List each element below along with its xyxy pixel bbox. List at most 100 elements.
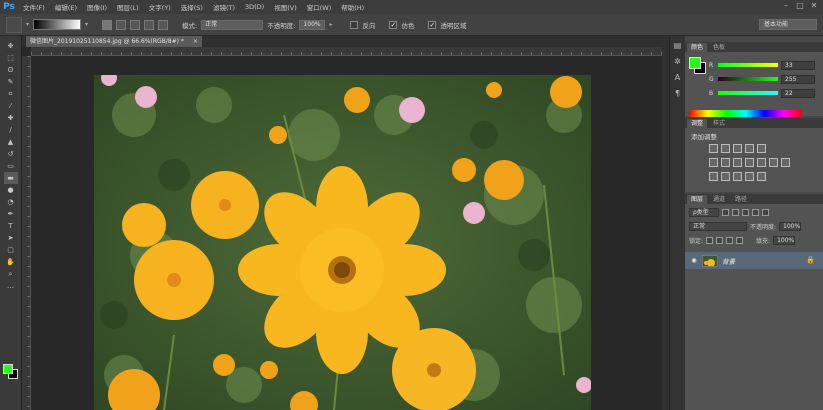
history-brush-tool-icon[interactable]: ↺ <box>4 148 18 160</box>
tab-adjustments[interactable]: 调整 <box>687 119 708 128</box>
exposure-icon[interactable] <box>745 144 754 153</box>
threshold-icon[interactable] <box>733 172 742 181</box>
canvas-area[interactable] <box>31 56 662 410</box>
move-tool-icon[interactable]: ✥ <box>4 40 18 52</box>
quick-select-tool-icon[interactable]: ✎ <box>4 76 18 88</box>
filter-adjustment-icon[interactable] <box>732 209 739 216</box>
lock-image-icon[interactable] <box>716 237 724 244</box>
angle-gradient-icon[interactable] <box>130 19 141 30</box>
curves-icon[interactable] <box>733 144 742 153</box>
document-tab[interactable]: 微信图片_20191025110854.jpg @ 66.6%(RGB/8#) … <box>26 36 202 47</box>
photo-filter-icon[interactable] <box>757 158 766 167</box>
minimize-button[interactable]: – <box>781 1 791 11</box>
properties-panel-icon[interactable]: ✲ <box>672 56 684 68</box>
more-tools-icon[interactable]: … <box>4 280 18 292</box>
tab-swatches[interactable]: 色板 <box>709 43 730 52</box>
marquee-tool-icon[interactable]: ⬚ <box>4 52 18 64</box>
workspace-select[interactable]: 基本功能 <box>759 19 817 30</box>
red-slider[interactable] <box>718 63 778 67</box>
type-tool-icon[interactable]: T <box>4 220 18 232</box>
menu-file[interactable]: 文件(F) <box>18 2 50 12</box>
flower-photo[interactable] <box>94 75 591 410</box>
channel-mixer-icon[interactable] <box>769 158 778 167</box>
menu-image[interactable]: 图像(I) <box>82 2 112 12</box>
vibrance-icon[interactable] <box>709 158 718 167</box>
menu-layer[interactable]: 图层(L) <box>112 2 144 12</box>
gradient-map-triangle-icon[interactable] <box>757 144 766 153</box>
fill-input[interactable]: 100% <box>773 236 796 245</box>
lock-transparent-icon[interactable] <box>706 237 714 244</box>
tab-paths[interactable]: 路径 <box>731 195 752 204</box>
menu-select[interactable]: 选择(S) <box>176 2 208 12</box>
green-slider[interactable] <box>718 77 778 81</box>
dodge-tool-icon[interactable]: ◔ <box>4 196 18 208</box>
filter-smart-object-icon[interactable] <box>762 209 769 216</box>
brush-tool-icon[interactable]: ∕ <box>4 124 18 136</box>
character-panel-icon[interactable]: A <box>672 72 684 84</box>
eyedropper-tool-icon[interactable]: ⁄ <box>4 100 18 112</box>
path-select-tool-icon[interactable]: ➤ <box>4 232 18 244</box>
dither-checkbox[interactable]: ✓ <box>389 20 398 29</box>
eraser-tool-icon[interactable]: ▭ <box>4 160 18 172</box>
gradient-tool-icon[interactable]: ▬ <box>3 172 18 184</box>
tab-styles[interactable]: 样式 <box>709 119 730 128</box>
green-value-input[interactable]: 255 <box>781 74 815 84</box>
menu-window[interactable]: 窗口(W) <box>302 2 337 12</box>
reflected-gradient-icon[interactable] <box>144 19 155 30</box>
selective-color-icon[interactable] <box>745 172 754 181</box>
vertical-scrollbar[interactable] <box>662 36 669 410</box>
filter-type-icon[interactable] <box>742 209 749 216</box>
layer-row-background[interactable]: ◉ 背景 🔒 <box>685 252 823 269</box>
brightness-contrast-icon[interactable] <box>709 144 718 153</box>
chevron-right-icon[interactable]: ▸ <box>329 21 332 28</box>
gradient-tool-preset-icon[interactable] <box>6 16 22 33</box>
levels-icon[interactable] <box>721 144 730 153</box>
black-white-icon[interactable] <box>745 158 754 167</box>
hue-saturation-icon[interactable] <box>721 158 730 167</box>
lock-position-icon[interactable] <box>726 237 734 244</box>
maximize-button[interactable]: □ <box>795 1 805 11</box>
lock-all-icon[interactable] <box>736 237 744 244</box>
red-value-input[interactable]: 33 <box>781 60 815 70</box>
color-balance-icon[interactable] <box>733 158 742 167</box>
clone-stamp-tool-icon[interactable]: ▲ <box>4 136 18 148</box>
blue-slider[interactable] <box>718 91 778 95</box>
tab-layers[interactable]: 图层 <box>687 195 708 204</box>
shape-tool-icon[interactable]: ▢ <box>4 244 18 256</box>
history-panel-icon[interactable]: ▤ <box>672 40 684 52</box>
lasso-tool-icon[interactable]: ʘ <box>4 64 18 76</box>
layer-opacity-input[interactable]: 100% <box>779 222 802 231</box>
menu-3d[interactable]: 3D(D) <box>240 3 269 11</box>
pen-tool-icon[interactable]: ✒ <box>4 208 18 220</box>
healing-brush-tool-icon[interactable]: ✚ <box>4 112 18 124</box>
chevron-down-icon[interactable]: ▾ <box>26 21 29 28</box>
close-icon[interactable]: × <box>193 36 198 47</box>
linear-gradient-icon[interactable] <box>102 19 113 30</box>
transparency-checkbox[interactable]: ✓ <box>428 20 437 29</box>
menu-help[interactable]: 帮助(H) <box>336 2 369 12</box>
chevron-down-icon[interactable]: ▾ <box>85 21 88 28</box>
menu-type[interactable]: 文字(Y) <box>144 2 176 12</box>
close-window-button[interactable]: ✕ <box>809 1 819 11</box>
invert-icon[interactable] <box>709 172 718 181</box>
zoom-tool-icon[interactable]: ⌕ <box>4 268 18 280</box>
tab-channels[interactable]: 通道 <box>709 195 730 204</box>
diamond-gradient-icon[interactable] <box>158 19 169 30</box>
paragraph-panel-icon[interactable]: ¶ <box>672 88 684 100</box>
filter-shape-icon[interactable] <box>752 209 759 216</box>
crop-tool-icon[interactable]: ⌗ <box>4 88 18 100</box>
posterize-icon[interactable] <box>721 172 730 181</box>
menu-filter[interactable]: 滤镜(T) <box>208 2 240 12</box>
gradient-map-icon[interactable] <box>757 172 766 181</box>
layer-filter-select[interactable]: ρ类型 <box>689 208 719 217</box>
reverse-checkbox[interactable] <box>350 20 359 29</box>
foreground-color-swatch[interactable] <box>3 364 13 374</box>
blur-tool-icon[interactable]: ● <box>4 184 18 196</box>
blue-value-input[interactable]: 22 <box>781 88 815 98</box>
menu-view[interactable]: 视图(V) <box>269 2 302 12</box>
color-spectrum-bar[interactable] <box>689 110 802 117</box>
blend-mode-select[interactable]: 正常 <box>689 222 747 231</box>
visibility-eye-icon[interactable]: ◉ <box>690 257 698 264</box>
opacity-input[interactable]: 100% <box>299 19 326 30</box>
hand-tool-icon[interactable]: ✋ <box>4 256 18 268</box>
